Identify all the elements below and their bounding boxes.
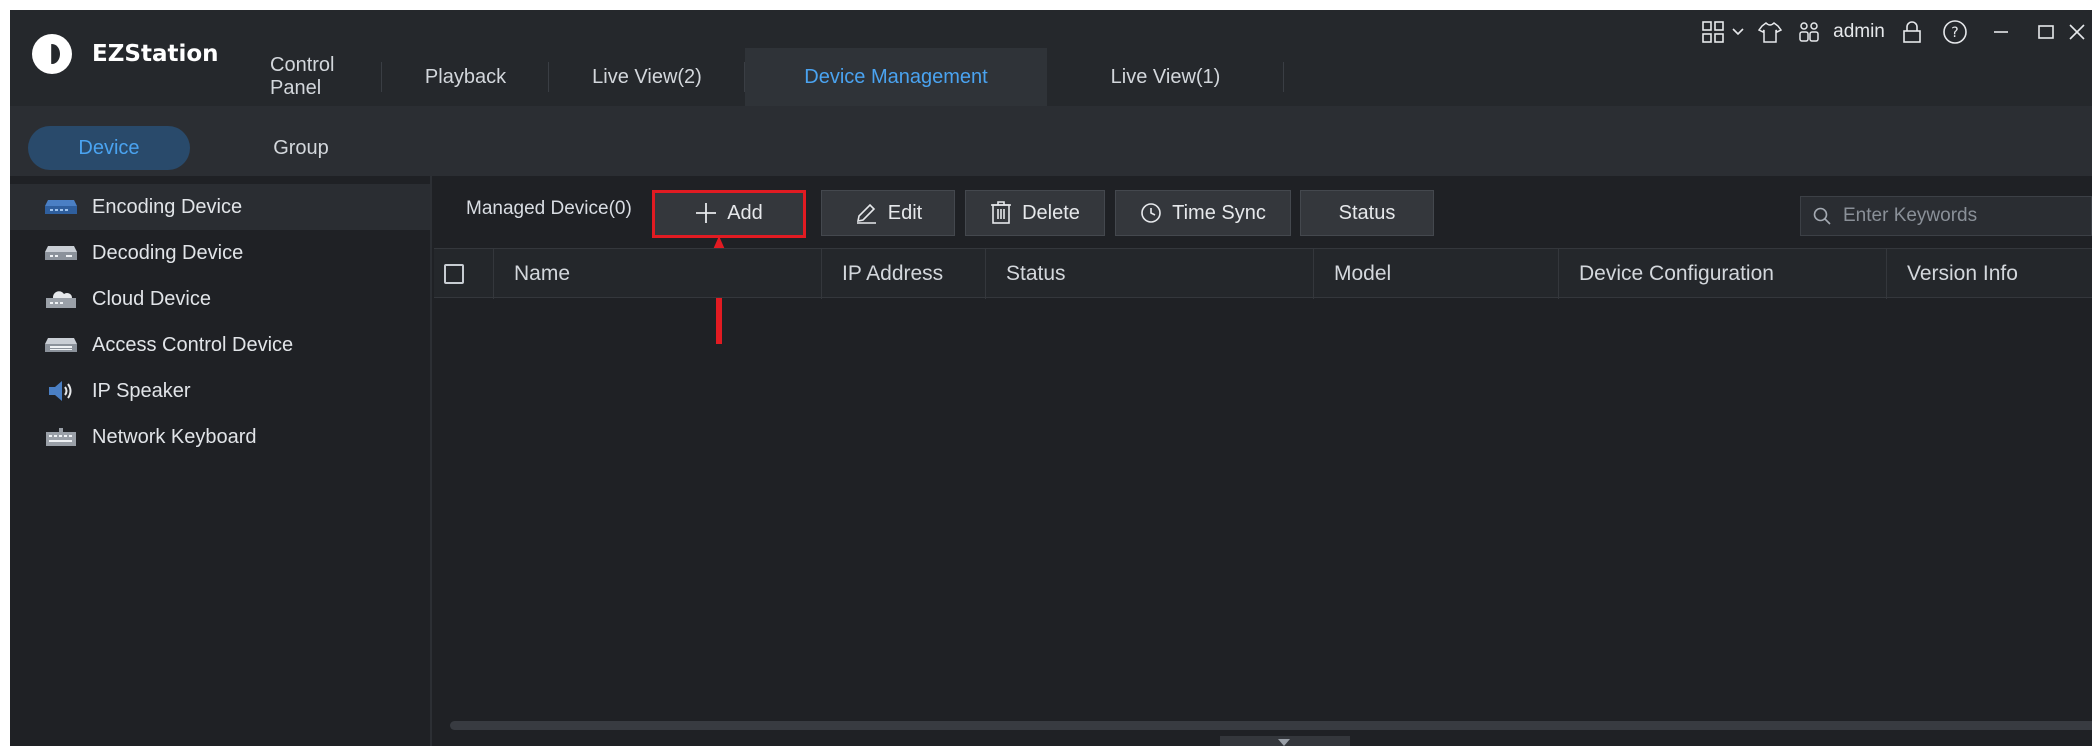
sidebar-item-label: IP Speaker bbox=[92, 379, 191, 402]
tab-live-view-2[interactable]: Live View(2) bbox=[549, 48, 745, 106]
main-tabs: Control Panel Playback Live View(2) Devi… bbox=[270, 48, 1284, 106]
column-header-status[interactable]: Status bbox=[986, 249, 1314, 299]
sidebar-item-label: Encoding Device bbox=[92, 195, 243, 218]
subtab-device[interactable]: Device bbox=[28, 126, 190, 170]
sidebar-item-encoding-device[interactable]: Encoding Device bbox=[10, 184, 430, 230]
edit-button-label: Edit bbox=[887, 201, 923, 224]
sidebar-item-label: Access Control Device bbox=[92, 333, 294, 356]
highlight-box bbox=[652, 190, 806, 238]
trash-icon bbox=[991, 201, 1012, 224]
subtab-group[interactable]: Group bbox=[238, 126, 364, 170]
sidebar-item-cloud-device[interactable]: Cloud Device bbox=[10, 276, 430, 322]
title-bar: EZStation Control Panel Playback Live Vi… bbox=[10, 10, 2092, 106]
search-icon bbox=[1813, 207, 1831, 225]
skin-shirt-icon[interactable] bbox=[1748, 10, 1792, 54]
sub-navigation: Device Group bbox=[10, 106, 2092, 176]
device-type-sidebar: Encoding Device Decoding Device Cloud De… bbox=[10, 176, 432, 746]
toolbar: Managed Device(0) Add Edit Delete Time S… bbox=[434, 176, 2092, 344]
panel-collapse-handle[interactable] bbox=[1220, 736, 1350, 746]
search-input[interactable] bbox=[1843, 205, 2073, 227]
minimize-icon[interactable] bbox=[1978, 10, 2024, 54]
managed-device-count: Managed Device(0) bbox=[466, 198, 632, 219]
app-name: EZStation bbox=[92, 41, 219, 67]
tab-device-management[interactable]: Device Management bbox=[745, 48, 1047, 106]
column-header-version-info[interactable]: Version Info bbox=[1887, 249, 2092, 299]
users-icon[interactable] bbox=[1792, 10, 1826, 54]
decoding-device-icon bbox=[44, 242, 78, 264]
access-control-icon bbox=[44, 334, 78, 356]
clock-icon bbox=[1141, 203, 1161, 223]
select-all-checkbox[interactable] bbox=[444, 264, 464, 284]
chevron-down-icon[interactable] bbox=[1728, 10, 1748, 54]
column-header-name[interactable]: Name bbox=[494, 249, 822, 299]
help-icon[interactable]: ? bbox=[1932, 10, 1978, 54]
sidebar-item-label: Cloud Device bbox=[92, 287, 211, 310]
device-list-panel: Managed Device(0) Add Edit Delete Time S… bbox=[434, 176, 2092, 746]
time-sync-button[interactable]: Time Sync bbox=[1115, 190, 1291, 236]
sidebar-item-network-keyboard[interactable]: Network Keyboard bbox=[10, 414, 430, 460]
keyboard-icon bbox=[44, 426, 78, 448]
tab-control-panel[interactable]: Control Panel bbox=[270, 48, 382, 106]
window-tray: admin ? bbox=[1698, 10, 2092, 54]
sidebar-item-label: Network Keyboard bbox=[92, 425, 257, 448]
sidebar-item-access-control-device[interactable]: Access Control Device bbox=[10, 322, 430, 368]
maximize-icon[interactable] bbox=[2024, 10, 2068, 54]
ezstation-logo-icon bbox=[32, 34, 72, 74]
lock-icon[interactable] bbox=[1892, 10, 1932, 54]
pencil-icon bbox=[856, 203, 876, 224]
sidebar-item-label: Decoding Device bbox=[92, 241, 244, 264]
tab-playback[interactable]: Playback bbox=[382, 48, 549, 106]
sidebar-item-ip-speaker[interactable]: IP Speaker bbox=[10, 368, 430, 414]
edit-button[interactable]: Edit bbox=[821, 190, 955, 236]
close-icon[interactable] bbox=[2068, 10, 2092, 54]
time-sync-button-label: Time Sync bbox=[1172, 201, 1266, 224]
tab-live-view-1[interactable]: Live View(1) bbox=[1047, 48, 1284, 106]
cloud-device-icon bbox=[44, 288, 78, 310]
svg-text:?: ? bbox=[1951, 25, 1958, 41]
status-button-label: Status bbox=[1338, 201, 1396, 224]
status-button[interactable]: Status bbox=[1300, 190, 1434, 236]
horizontal-scrollbar[interactable] bbox=[450, 721, 2092, 730]
column-header-ip-address[interactable]: IP Address bbox=[822, 249, 986, 299]
delete-button-label: Delete bbox=[1022, 201, 1080, 224]
delete-button[interactable]: Delete bbox=[965, 190, 1105, 236]
layout-grid-icon[interactable] bbox=[1698, 10, 1728, 54]
sidebar-item-decoding-device[interactable]: Decoding Device bbox=[10, 230, 430, 276]
select-all-cell bbox=[434, 249, 494, 299]
column-header-device-configuration[interactable]: Device Configuration bbox=[1559, 249, 1887, 299]
speaker-icon bbox=[44, 380, 78, 402]
search-box[interactable] bbox=[1800, 196, 2092, 236]
column-header-model[interactable]: Model bbox=[1314, 249, 1559, 299]
user-name[interactable]: admin bbox=[1826, 10, 1892, 54]
app-window: EZStation Control Panel Playback Live Vi… bbox=[10, 10, 2092, 746]
encoding-device-icon bbox=[44, 196, 78, 218]
table-header: Name IP Address Status Model Device Conf… bbox=[434, 248, 2092, 299]
